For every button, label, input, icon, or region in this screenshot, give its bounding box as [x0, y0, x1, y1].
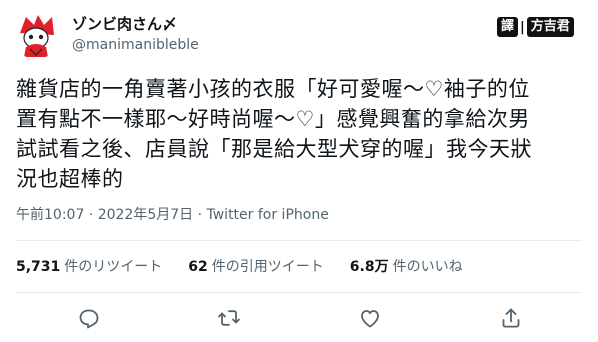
action-bar [0, 302, 598, 334]
tweet-text-line: 試試看之後、店員說「那是給大型犬穿的喔」我今天狀 [16, 137, 532, 161]
tweet-card: ゾンビ肉さん〆 @manimanibleble 譯 | 方吉君 雜貨店的一角賣著… [0, 0, 598, 342]
like-count-label: 件のいいね [392, 259, 463, 275]
share-icon [502, 308, 520, 328]
retweet-count-label: 件のリツイート [64, 259, 163, 275]
tweet-timestamp[interactable]: 午前10:07 · 2022年5月7日 · Twitter for iPhone [16, 206, 329, 224]
translator-badge-left: 譯 [497, 17, 519, 37]
tweet-text-line: 況也超棒的 [16, 167, 124, 191]
like-button[interactable] [358, 306, 382, 330]
avatar[interactable] [12, 11, 60, 59]
divider [16, 292, 582, 293]
divider [16, 240, 582, 241]
reply-button[interactable] [76, 306, 100, 330]
tweet-text-line: 雜貨店的一角賣著小孩的衣服「好可愛喔～♡袖子的位 [16, 77, 530, 101]
like-icon [361, 310, 379, 328]
like-count-number: 6.8万 [349, 259, 389, 275]
translator-badge-separator: | [520, 19, 525, 35]
tweet-stats: 5,731 件のリツイート 62 件の引用ツイート 6.8万 件のいいね [16, 257, 489, 277]
translator-badge-right: 方吉君 [526, 17, 574, 37]
quote-count-number: 62 [188, 259, 208, 275]
retweet-button[interactable] [217, 306, 241, 330]
display-name[interactable]: ゾンビ肉さん〆 [72, 14, 177, 34]
quote-count-label: 件の引用ツイート [211, 259, 324, 275]
reply-icon [79, 309, 99, 329]
tweet-text-line: 置有點不一樣耶～好時尚喔～♡」感覺興奮的拿給次男 [16, 107, 530, 131]
tweet-text: 雜貨店的一角賣著小孩的衣服「好可愛喔～♡袖子的位 置有點不一樣耶～好時尚喔～♡」… [16, 74, 582, 194]
avatar-image [12, 11, 60, 59]
quote-count[interactable]: 62 件の引用ツイート [188, 257, 323, 277]
user-handle[interactable]: @manimanibleble [72, 36, 199, 54]
like-count[interactable]: 6.8万 件のいいね [350, 257, 463, 277]
translator-badge: 譯 | 方吉君 [497, 16, 574, 38]
share-button[interactable] [499, 306, 523, 330]
retweet-icon [218, 310, 240, 326]
retweet-count[interactable]: 5,731 件のリツイート [16, 257, 162, 277]
retweet-count-number: 5,731 [16, 259, 61, 275]
